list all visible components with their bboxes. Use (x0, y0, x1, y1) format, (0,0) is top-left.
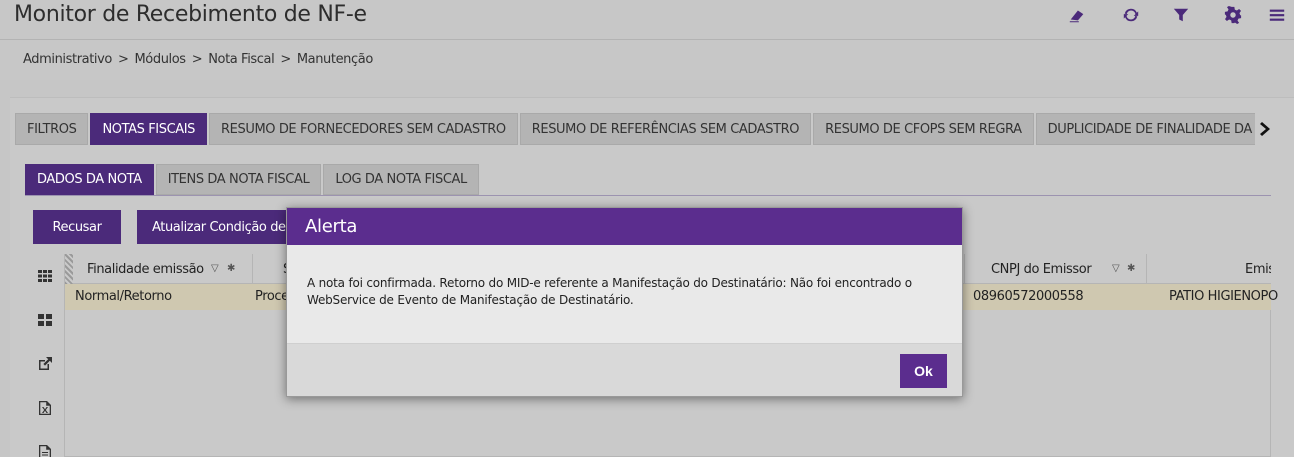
sub-tabs: DADOS DA NOTA ITENS DA NOTA FISCAL LOG D… (25, 164, 481, 195)
dialog-title: Alerta (287, 208, 962, 245)
dialog-message-line: A nota foi confirmada. Retorno do MID-e … (307, 276, 912, 290)
grid-toolbar (25, 254, 65, 457)
refresh-icon[interactable] (1120, 4, 1142, 26)
tab-resumo-referencias[interactable]: RESUMO DE REFERÊNCIAS SEM CADASTRO (519, 113, 812, 145)
column-filter-icon[interactable]: ▽ (1112, 263, 1120, 274)
tab-filtros[interactable]: FILTROS (15, 113, 89, 145)
column-settings-icon[interactable]: ✱ (1127, 263, 1135, 274)
document-export-icon[interactable] (37, 444, 53, 457)
grid-columns-icon[interactable] (37, 268, 53, 284)
cell-status: Proce (255, 289, 289, 304)
cell-emissor: PATIO HIGIENOPO (1169, 289, 1278, 304)
dialog-message-line: WebService de Evento de Manifestação de … (307, 293, 634, 307)
column-header-emissor[interactable]: Emis (1147, 254, 1271, 284)
column-label: Finalidade emissão (87, 261, 204, 277)
tab-resumo-fornecedores[interactable]: RESUMO DE FORNECEDORES SEM CADASTRO (209, 113, 518, 145)
breadcrumb-item[interactable]: Administrativo (23, 52, 112, 67)
alert-dialog: Alerta A nota foi confirmada. Retorno do… (286, 207, 963, 397)
excel-export-icon[interactable] (37, 400, 53, 416)
divider (25, 195, 1271, 196)
column-label: Emis (1245, 261, 1271, 277)
atualizar-condicao-button[interactable]: Atualizar Condição de Pagamento (137, 210, 297, 244)
menu-icon[interactable] (1266, 4, 1288, 26)
chevron-right-icon[interactable] (1259, 121, 1277, 139)
breadcrumb-separator: > (191, 52, 203, 67)
breadcrumb-separator: > (117, 52, 129, 67)
tab-notas-fiscais[interactable]: NOTAS FISCAIS (90, 113, 208, 145)
ok-button[interactable]: Ok (900, 354, 947, 388)
tab-resumo-cfops[interactable]: RESUMO DE CFOPS SEM REGRA (813, 113, 1034, 145)
page-title: Monitor de Recebimento de NF-e (14, 2, 367, 27)
tab-log-da-nota[interactable]: LOG DA NOTA FISCAL (323, 164, 479, 195)
cell-cnpj: 08960572000558 (973, 289, 1084, 304)
breadcrumb: Administrativo > Módulos > Nota Fiscal > Manut… (0, 40, 1294, 80)
main-tabs: FILTROS NOTAS FISCAIS RESUMO DE FORNECED… (15, 113, 1255, 145)
breadcrumb-item[interactable]: Módulos (134, 52, 186, 67)
tab-itens-da-nota[interactable]: ITENS DA NOTA FISCAL (155, 164, 322, 195)
breadcrumb-separator: > (280, 52, 291, 67)
grid-view-icon[interactable] (37, 312, 53, 328)
recusar-button[interactable]: Recusar (33, 210, 121, 244)
dialog-footer: Ok (287, 343, 962, 396)
external-link-icon[interactable] (37, 356, 53, 372)
filter-icon[interactable] (1170, 4, 1192, 26)
resize-handle[interactable] (65, 254, 73, 284)
app-header: Monitor de Recebimento de NF-e (0, 0, 1294, 40)
tab-duplicidade-finalidade[interactable]: DUPLICIDADE DE FINALIDADE DA OPERAÇÃO (1035, 113, 1255, 145)
column-header-finalidade[interactable]: Finalidade emissão (73, 254, 253, 284)
breadcrumb-item: Manutenção (296, 52, 373, 67)
breadcrumb-item[interactable]: Nota Fiscal (208, 52, 275, 67)
column-settings-icon[interactable]: ✱ (227, 263, 235, 274)
column-label: CNPJ do Emissor (991, 261, 1092, 277)
cell-finalidade: Normal/Retorno (75, 289, 172, 304)
eraser-icon[interactable] (1066, 4, 1088, 26)
gear-icon[interactable] (1222, 4, 1244, 26)
column-filter-icon[interactable]: ▽ (211, 263, 219, 274)
tab-dados-da-nota[interactable]: DADOS DA NOTA (25, 164, 154, 195)
dialog-message: A nota foi confirmada. Retorno do MID-e … (307, 275, 947, 309)
